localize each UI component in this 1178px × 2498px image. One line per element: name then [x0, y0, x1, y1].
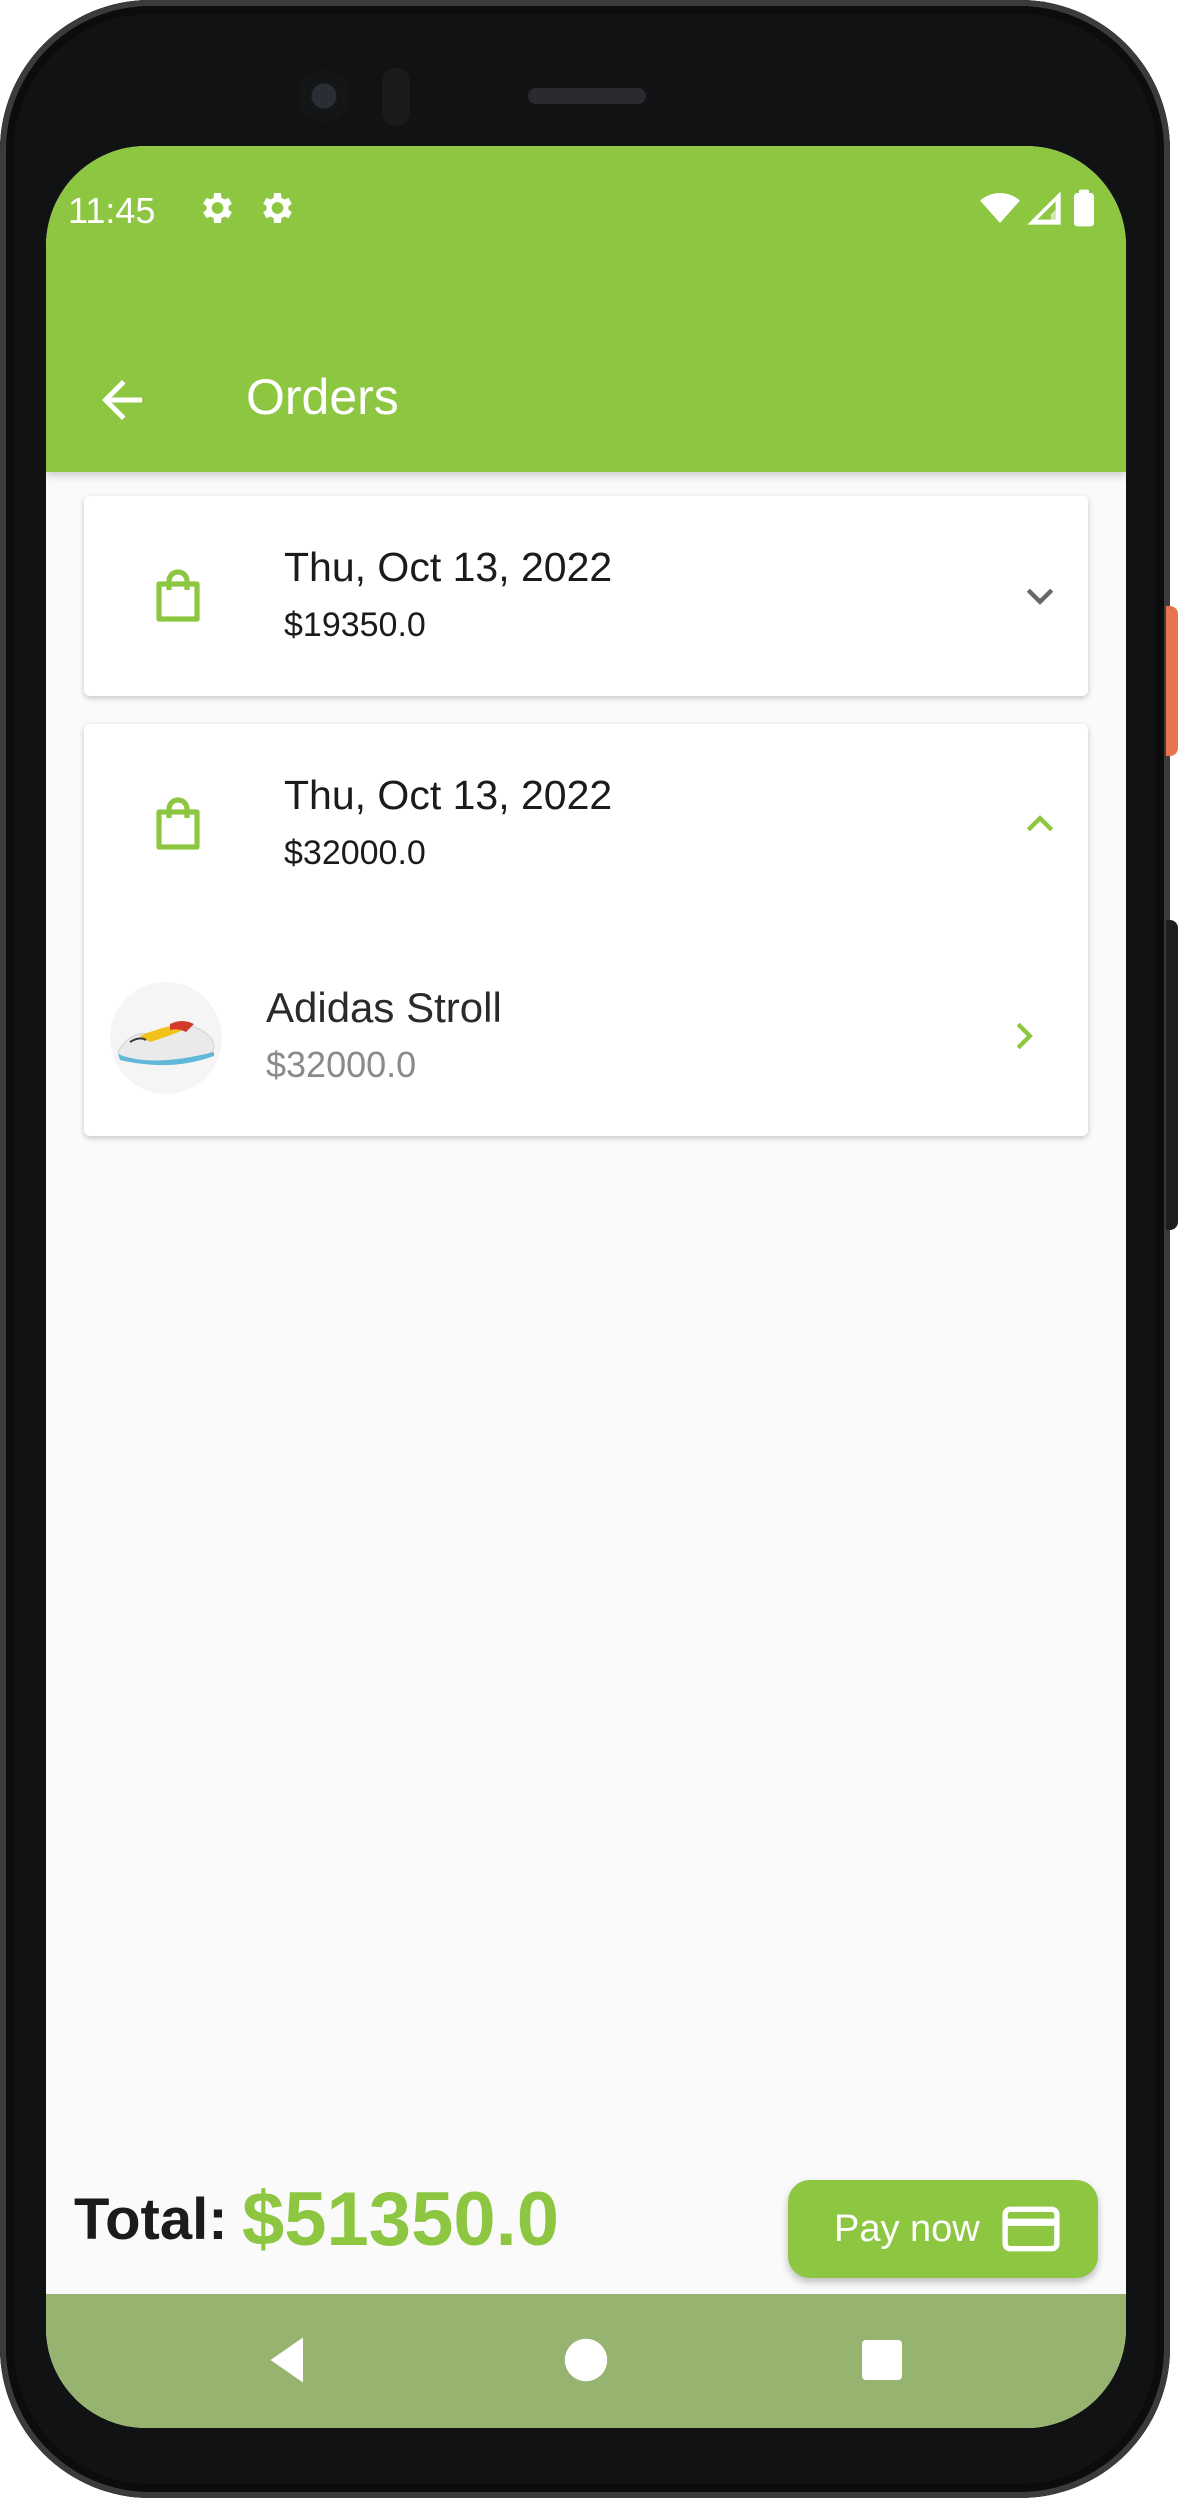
back-triangle-icon[interactable] [258, 2330, 318, 2390]
shopping-bag-icon [156, 569, 200, 622]
earpiece-speaker [528, 88, 646, 104]
power-button [1166, 606, 1178, 756]
order-amount: $19350.0 [284, 606, 426, 644]
arrow-back-icon[interactable] [92, 370, 152, 430]
order-card[interactable]: Thu, Oct 13, 2022 $19350.0 [84, 496, 1088, 696]
total-value: $51350.0 [242, 2177, 559, 2262]
settings-gear-icon [203, 193, 232, 223]
sneaker-thumbnail [110, 982, 222, 1094]
home-circle-icon[interactable] [556, 2330, 616, 2390]
chevron-right-icon[interactable] [1004, 1016, 1044, 1056]
wifi-icon [980, 193, 1020, 223]
pay-now-button[interactable]: Pay now [788, 2180, 1098, 2278]
order-date: Thu, Oct 13, 2022 [284, 772, 613, 818]
app-bar: 11:45 Orders [46, 146, 1126, 472]
cell-signal-icon [1027, 191, 1061, 225]
proximity-sensor [382, 68, 410, 126]
screen: 11:45 Orders Thu, Oct 13, 2022 $19350.0 … [46, 146, 1126, 2428]
phone-frame: 11:45 Orders Thu, Oct 13, 2022 $19350.0 … [0, 0, 1178, 2498]
system-nav-bar [46, 2294, 1126, 2428]
chevron-up-icon[interactable] [1020, 804, 1060, 844]
status-time: 11:45 [68, 190, 156, 231]
order-date: Thu, Oct 13, 2022 [284, 544, 613, 590]
recents-square-icon[interactable] [852, 2330, 912, 2390]
chevron-down-icon[interactable] [1020, 576, 1060, 616]
total-label: Total: [74, 2187, 228, 2252]
order-amount: $32000.0 [284, 834, 426, 872]
credit-card-icon [1002, 2206, 1060, 2252]
item-name: Adidas Stroll [266, 984, 502, 1031]
battery-icon [1074, 189, 1094, 227]
volume-rocker [1166, 920, 1178, 1230]
item-price: $32000.0 [266, 1044, 417, 1085]
order-card-expanded[interactable]: Thu, Oct 13, 2022 $32000.0 Adidas Stroll [84, 724, 1088, 1136]
front-camera [298, 70, 350, 122]
pay-now-label: Pay now [834, 2208, 980, 2250]
page-title: Orders [246, 369, 399, 425]
shopping-bag-icon [156, 797, 200, 850]
settings-gear-icon [263, 193, 292, 223]
